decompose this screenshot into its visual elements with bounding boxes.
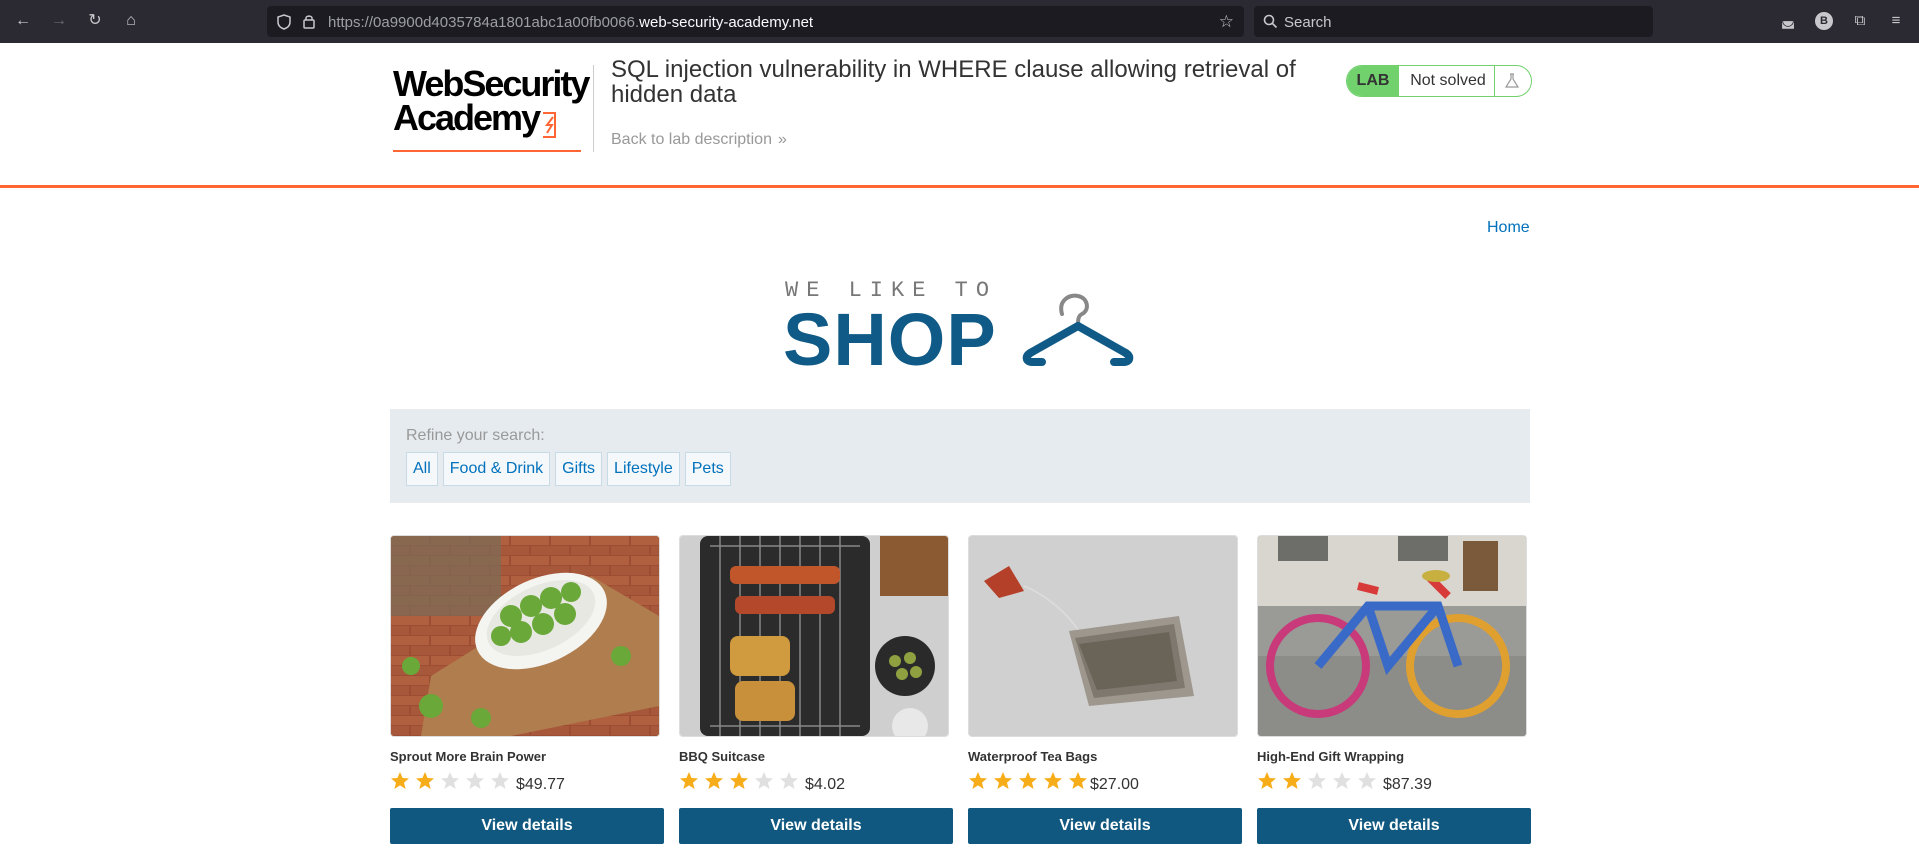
clothes-hanger-icon [1022, 293, 1134, 366]
star-empty-icon [441, 772, 459, 789]
star-filled-icon [1044, 772, 1062, 789]
lock-icon [303, 15, 315, 29]
star-filled-icon [969, 772, 987, 789]
web-security-academy-logo[interactable]: WebSecurity Academy [391, 63, 591, 155]
logo-bolt-icon [543, 112, 556, 138]
star-empty-icon [1308, 772, 1326, 789]
filter-chip-pets[interactable]: Pets [684, 452, 731, 486]
search-placeholder: Search [1284, 14, 1332, 31]
status-separator [1494, 66, 1495, 96]
home-link[interactable]: Home [1487, 219, 1530, 237]
profile-avatar[interactable]: B [1815, 12, 1833, 30]
star-filled-icon [1019, 772, 1037, 789]
star-filled-icon [730, 772, 748, 789]
lab-tag: LAB [1347, 66, 1399, 96]
browser-search-bar[interactable]: Search [1254, 6, 1653, 37]
product-image-brussels-sprouts [390, 535, 660, 737]
product-rating [968, 771, 1088, 791]
lab-status-widget: LAB Not solved [1346, 65, 1532, 97]
view-details-button[interactable]: View details [679, 808, 953, 844]
logo-line-2: Academy [393, 97, 541, 138]
star-filled-icon [391, 772, 409, 789]
lab-title: SQL injection vulnerability in WHERE cla… [611, 56, 1296, 108]
home-icon[interactable]: ⌂ [121, 11, 141, 31]
flask-icon [1504, 73, 1520, 88]
browser-toolbar: ← → ↻ ⌂ https://0a9900d4035784a1801abc1a… [0, 0, 1919, 43]
star-filled-icon [1258, 772, 1276, 789]
url-text: https://0a9900d4035784a1801abc1a00fb0066… [328, 14, 814, 31]
product-image-knitted-bike [1257, 535, 1527, 737]
view-details-button[interactable]: View details [1257, 808, 1531, 844]
star-filled-icon [994, 772, 1012, 789]
product-rating [679, 771, 799, 791]
product-name: Waterproof Tea Bags [968, 749, 1098, 764]
back-link-label: Back to lab description [611, 131, 772, 148]
menu-icon[interactable]: ≡ [1887, 12, 1905, 30]
filter-chip-gifts[interactable]: Gifts [555, 452, 603, 486]
product-price: $49.77 [516, 776, 565, 793]
product-name: High-End Gift Wrapping [1257, 749, 1405, 764]
double-chevron-right-icon: » [777, 131, 787, 148]
product-price: $4.02 [805, 776, 846, 793]
back-arrow-icon[interactable]: ← [13, 11, 33, 31]
star-empty-icon [491, 772, 509, 789]
filter-chip-food-drink[interactable]: Food & Drink [442, 452, 551, 486]
star-empty-icon [755, 772, 773, 789]
product-price: $27.00 [1090, 776, 1139, 793]
filter-chip-lifestyle[interactable]: Lifestyle [607, 452, 680, 486]
star-filled-icon [705, 772, 723, 789]
reload-icon[interactable]: ↻ [85, 11, 105, 31]
shield-icon [277, 14, 291, 30]
star-empty-icon [780, 772, 798, 789]
product-name: BBQ Suitcase [679, 749, 765, 764]
star-filled-icon [1283, 772, 1301, 789]
product-name: Sprout More Brain Power [390, 749, 547, 764]
back-to-lab-description-link[interactable]: Back to lab description » [611, 131, 787, 149]
category-filter-list: All Food & Drink Gifts Lifestyle Pets [406, 452, 731, 486]
star-empty-icon [1358, 772, 1376, 789]
search-icon [1263, 14, 1278, 29]
header-divider [593, 65, 594, 152]
product-price: $87.39 [1383, 776, 1432, 793]
filter-chip-all[interactable]: All [406, 452, 438, 486]
product-image-tea-bag [968, 535, 1238, 737]
product-image-bbq-suitcase [679, 535, 949, 737]
star-empty-icon [466, 772, 484, 789]
brand-name: SHOP [783, 298, 997, 381]
product-rating [390, 771, 510, 791]
star-filled-icon [1069, 772, 1087, 789]
shop-brand-logo: WE LIKE TO SHOP [783, 274, 1138, 380]
forward-arrow-icon[interactable]: → [49, 11, 69, 31]
logo-underline [393, 150, 581, 152]
lab-status-text: Not solved [1410, 72, 1486, 89]
lab-header: WebSecurity Academy SQL injection vulner… [0, 43, 1919, 188]
star-filled-icon [680, 772, 698, 789]
product-rating [1257, 771, 1377, 791]
star-empty-icon [1333, 772, 1351, 789]
refine-search-label: Refine your search: [406, 427, 545, 444]
star-filled-icon [416, 772, 434, 789]
extensions-icon[interactable]: ⧉ [1851, 12, 1869, 30]
category-filter-panel: Refine your search: All Food & Drink Gif… [390, 409, 1530, 503]
address-bar[interactable]: https://0a9900d4035784a1801abc1a00fb0066… [267, 6, 1244, 37]
view-details-button[interactable]: View details [968, 808, 1242, 844]
pocket-icon[interactable]: ◛ [1779, 12, 1797, 30]
view-details-button[interactable]: View details [390, 808, 664, 844]
bookmark-star-icon[interactable]: ☆ [1219, 12, 1234, 32]
